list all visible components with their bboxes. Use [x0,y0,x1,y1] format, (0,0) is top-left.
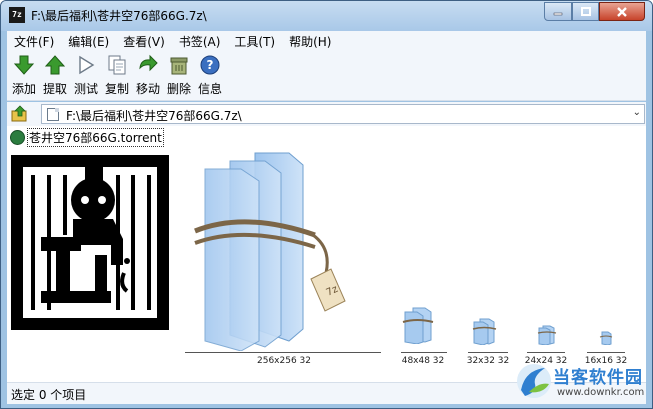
status-selected-text: 选定 0 个项目 [11,388,87,402]
watermark-title: 当客软件园 [553,368,643,388]
chevron-down-icon[interactable]: ⌄ [633,107,641,118]
menu-file[interactable]: 文件(F) [7,33,61,50]
menu-view[interactable]: 查看(V) [116,33,172,50]
torrent-file-icon [10,129,25,145]
extract-button[interactable]: 提取 [40,54,70,97]
menu-tools[interactable]: 工具(T) [227,33,282,50]
7zip-app-icon: 7z [9,7,25,23]
add-button[interactable]: 添加 [9,54,39,97]
divider [527,352,565,353]
delete-icon [170,57,188,75]
divider [401,352,447,353]
minimize-icon [553,12,563,15]
move-icon [139,54,158,72]
divider [468,352,508,353]
size-label-32: 32x32 32 [466,356,510,366]
add-icon [13,55,35,75]
svg-text:?: ? [207,58,214,72]
file-list-area[interactable]: 苍井空76部66G.torrent 7z 256x256 32 48x48 32… [7,126,646,382]
delete-button[interactable]: 删除 [164,54,194,97]
maximize-icon [580,6,591,16]
divider [185,352,381,353]
copy-button[interactable]: 复制 [102,54,132,97]
archive-preview-16-icon [599,331,613,345]
archive-preview-48-icon [402,307,434,344]
menu-edit[interactable]: 编辑(E) [61,33,116,50]
toolbar: 添加 提取 测试 复制 移动 删除 ? 信息 [7,51,646,101]
divider [587,352,625,353]
title-bar[interactable]: 7z F:\最后福利\苍井空76部66G.7z\ [1,1,652,31]
app-window: 7z F:\最后福利\苍井空76部66G.7z\ 文件(F) 编辑(E) 查看(… [0,0,653,409]
torrent-thumbnail-image [11,155,169,330]
copy-icon [108,55,126,75]
minimize-button[interactable] [544,2,572,21]
close-button[interactable] [599,2,645,21]
info-button[interactable]: ? 信息 [195,54,225,97]
watermark-swirl-icon [517,364,551,398]
archive-preview-256-icon: 7z [194,152,346,351]
info-icon: ? [200,55,220,75]
up-folder-icon[interactable] [11,105,29,123]
file-name: 苍井空76部66G.torrent [27,127,164,147]
address-path: F:\最后福利\苍井空76部66G.7z\ [66,109,242,123]
close-icon [617,6,627,17]
address-bar: F:\最后福利\苍井空76部66G.7z\ ⌄ [7,102,646,126]
move-button[interactable]: 移动 [133,54,163,97]
extract-icon [44,55,66,75]
menu-help[interactable]: 帮助(H) [282,33,338,50]
watermark-url: www.downkr.com [557,387,645,398]
file-page-icon [47,108,59,121]
address-input[interactable]: F:\最后福利\苍井空76部66G.7z\ ⌄ [41,104,645,124]
menu-bar: 文件(F) 编辑(E) 查看(V) 书签(A) 工具(T) 帮助(H) [7,31,646,51]
watermark-logo: 当客软件园 www.downkr.com [513,360,652,408]
size-label-256: 256x256 32 [257,356,311,366]
window-title: F:\最后福利\苍井空76部66G.7z\ [31,9,207,23]
maximize-button[interactable] [572,2,599,21]
list-item[interactable]: 苍井空76部66G.torrent [10,127,164,147]
test-button[interactable]: 测试 [71,54,101,97]
archive-preview-32-icon [472,318,497,345]
archive-preview-24-icon [537,325,557,345]
menu-bookmarks[interactable]: 书签(A) [172,33,228,50]
size-label-48: 48x48 32 [401,356,445,366]
info-label: 信息 [197,82,222,96]
test-play-icon [79,55,95,75]
